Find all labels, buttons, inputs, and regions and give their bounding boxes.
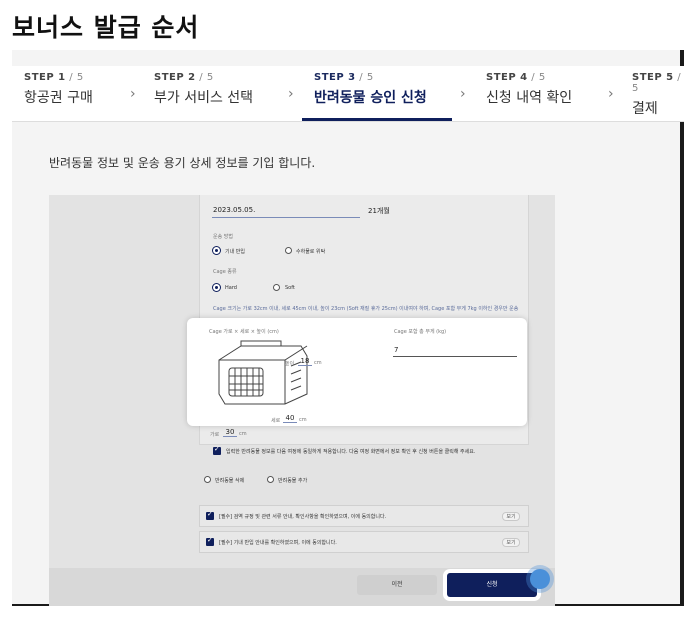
- depth-unit: cm: [299, 417, 307, 423]
- step-2[interactable]: STEP 2 / 5 부가 서비스 선택: [154, 72, 253, 107]
- agreement-row-1: [필수] 검역 규정 및 관련 서류 안내, 확인사항을 확인하였으며, 이에 …: [199, 505, 529, 527]
- cage-size-popup: Cage 가로 × 세로 × 높이 (cm) 높이 18 cm 세로 40 cm…: [187, 318, 527, 438]
- step-3-num: STEP 3: [314, 72, 356, 83]
- step-5-num: STEP 5: [632, 72, 674, 83]
- frame: 보너스 발급 순서 STEP 1 / 5 항공권 구매 › STEP 2 / 5…: [0, 0, 700, 618]
- step-progress: STEP 1 / 5 항공권 구매 › STEP 2 / 5 부가 서비스 선택…: [12, 66, 684, 122]
- cage-size-label: Cage 가로 × 세로 × 높이 (cm): [209, 329, 279, 335]
- add-pet-radio[interactable]: [267, 476, 274, 483]
- cage-hard-radio[interactable]: [213, 284, 220, 291]
- depth-label: 세로: [271, 418, 281, 424]
- agreement-1-checkbox[interactable]: [206, 510, 214, 520]
- depth-input[interactable]: 40: [283, 414, 297, 423]
- bottom-action-bar: 이전 신청: [49, 568, 555, 606]
- height-unit: cm: [314, 360, 322, 366]
- step-5-name: 결제: [632, 101, 658, 117]
- step-3[interactable]: STEP 3 / 5 반려동물 승인 신청: [314, 72, 427, 107]
- birth-date-value: 2023.05.05.: [213, 206, 256, 214]
- step-3-total: / 5: [355, 72, 374, 83]
- active-step-indicator: [302, 118, 452, 121]
- page-title: 보너스 발급 순서: [12, 13, 200, 42]
- transport-label: 운송 방법: [213, 234, 233, 240]
- step-1[interactable]: STEP 1 / 5 항공권 구매: [24, 72, 93, 107]
- pet-carrier-icon: [218, 340, 308, 405]
- transport-cabin-radio[interactable]: [213, 247, 220, 254]
- step-2-total: / 5: [195, 72, 214, 83]
- cage-soft-radio[interactable]: [273, 284, 280, 291]
- apply-all-checkbox[interactable]: [213, 445, 221, 455]
- cursor-indicator: [530, 569, 550, 589]
- step-2-num: STEP 2: [154, 72, 196, 83]
- apply-all-text: 입력한 반려동물 정보를 다음 여정에 동일하게 적용합니다. 다음 여정 화면…: [226, 449, 476, 455]
- chevron-right-icon: ›: [288, 86, 294, 102]
- step-1-name: 항공권 구매: [24, 90, 93, 106]
- transport-checked-radio[interactable]: [285, 247, 292, 254]
- step-4[interactable]: STEP 4 / 5 신청 내역 확인: [486, 72, 572, 107]
- transport-checked-label: 수하물로 위탁: [296, 249, 326, 255]
- weight-underline: [393, 356, 517, 357]
- add-pet-label[interactable]: 반려동물 추가: [278, 477, 307, 484]
- agreement-row-2: [필수] 기내 반입 안내를 확인하였으며, 이에 동의합니다. 보기: [199, 531, 529, 553]
- agreement-2-checkbox[interactable]: [206, 536, 214, 546]
- cage-hard-label: Hard: [225, 285, 237, 291]
- step-1-num: STEP 1: [24, 72, 66, 83]
- screenshot-area: STEP 1 / 5 항공권 구매 › STEP 2 / 5 부가 서비스 선택…: [12, 50, 684, 606]
- step-3-name: 반려동물 승인 신청: [314, 90, 427, 106]
- chevron-right-icon: ›: [460, 86, 466, 102]
- agreement-1-view-button[interactable]: 보기: [502, 512, 520, 521]
- agreement-2-view-button[interactable]: 보기: [502, 538, 520, 547]
- apply-button[interactable]: 신청: [447, 573, 537, 597]
- instruction-text: 반려동물 정보 및 운송 용기 상세 정보를 기입 합니다.: [49, 156, 316, 170]
- weight-input[interactable]: 7: [394, 346, 398, 354]
- agreement-1-text: [필수] 검역 규정 및 관련 서류 안내, 확인사항을 확인하였으며, 이에 …: [219, 514, 387, 520]
- chevron-right-icon: ›: [130, 86, 136, 102]
- step-2-name: 부가 서비스 선택: [154, 90, 254, 106]
- cage-soft-label: Soft: [285, 285, 295, 291]
- delete-pet-radio[interactable]: [204, 476, 211, 483]
- delete-pet-label[interactable]: 반려동물 삭제: [215, 477, 244, 484]
- birth-date-underline: [212, 217, 360, 218]
- prev-button[interactable]: 이전: [357, 575, 437, 595]
- step-1-total: / 5: [65, 72, 84, 83]
- weight-label: Cage 포함 총 무게 (kg): [394, 329, 447, 335]
- transport-cabin-label: 기내 반입: [225, 249, 245, 255]
- step-4-total: / 5: [527, 72, 546, 83]
- step-4-num: STEP 4: [486, 72, 528, 83]
- width-input[interactable]: 30: [223, 428, 237, 437]
- height-input[interactable]: 18: [298, 357, 312, 366]
- chevron-right-icon: ›: [608, 86, 614, 102]
- step-4-name: 신청 내역 확인: [486, 90, 573, 106]
- agreement-2-text: [필수] 기내 반입 안내를 확인하였으며, 이에 동의합니다.: [219, 540, 337, 546]
- step-5[interactable]: STEP 5 / 5 결제: [632, 72, 684, 118]
- cage-type-label: Cage 종류: [213, 269, 237, 275]
- age-value: 21개월: [368, 207, 390, 215]
- cage-size-note: Cage 크기는 가로 32cm 이내, 세로 45cm 이내, 높이 23cm…: [213, 306, 519, 312]
- width-label: 가로: [210, 432, 220, 438]
- width-unit: cm: [239, 431, 247, 437]
- height-label: 높이: [285, 361, 295, 367]
